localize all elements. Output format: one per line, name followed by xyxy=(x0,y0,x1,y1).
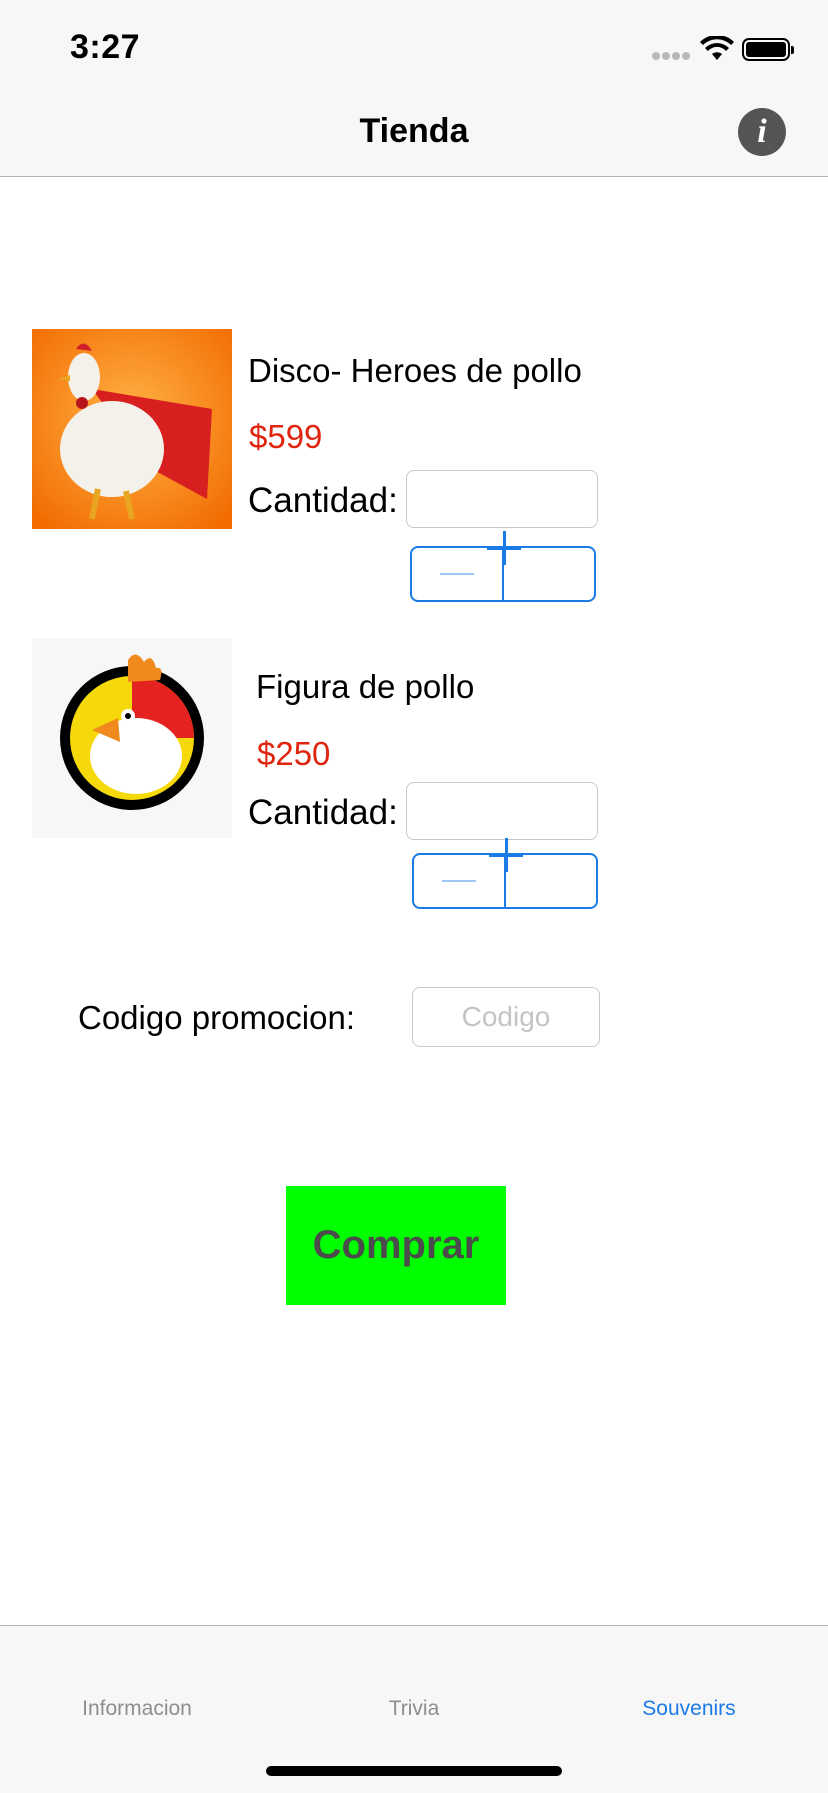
quantity-field[interactable] xyxy=(406,782,598,840)
quantity-stepper[interactable] xyxy=(412,838,598,909)
quantity-label: Cantidad: xyxy=(248,481,398,520)
decrement-button[interactable] xyxy=(414,855,504,907)
wifi-icon xyxy=(700,36,734,60)
decrement-button[interactable] xyxy=(412,548,502,600)
quantity-label: Cantidad: xyxy=(248,793,398,832)
product-price: $250 xyxy=(257,735,331,772)
tab-trivia[interactable]: Trivia xyxy=(314,1697,514,1721)
product-title: Figura de pollo xyxy=(256,668,475,705)
info-icon: i xyxy=(757,113,767,150)
promo-code-field[interactable]: Codigo xyxy=(412,987,600,1047)
battery-icon xyxy=(742,38,794,61)
minus-icon xyxy=(440,573,474,575)
tab-informacion[interactable]: Informacion xyxy=(37,1697,237,1721)
product-price: $599 xyxy=(249,418,323,455)
cellular-signal-icon xyxy=(652,52,692,62)
increment-button[interactable] xyxy=(487,531,594,600)
superhero-chicken-image xyxy=(32,329,232,529)
home-indicator xyxy=(266,1766,562,1776)
increment-button[interactable] xyxy=(489,838,596,907)
quantity-stepper[interactable] xyxy=(410,531,596,602)
tab-souvenirs[interactable]: Souvenirs xyxy=(589,1697,789,1721)
info-button[interactable]: i xyxy=(738,108,786,156)
promo-code-label: Codigo promocion: xyxy=(78,999,355,1036)
product-title: Disco- Heroes de pollo xyxy=(248,352,582,389)
page-title: Tienda xyxy=(359,112,469,150)
minus-icon xyxy=(442,880,476,882)
buy-button[interactable]: Comprar xyxy=(286,1186,506,1305)
strong-rooster-logo-image xyxy=(32,638,232,838)
quantity-field[interactable] xyxy=(406,470,598,528)
status-time: 3:27 xyxy=(70,28,141,66)
